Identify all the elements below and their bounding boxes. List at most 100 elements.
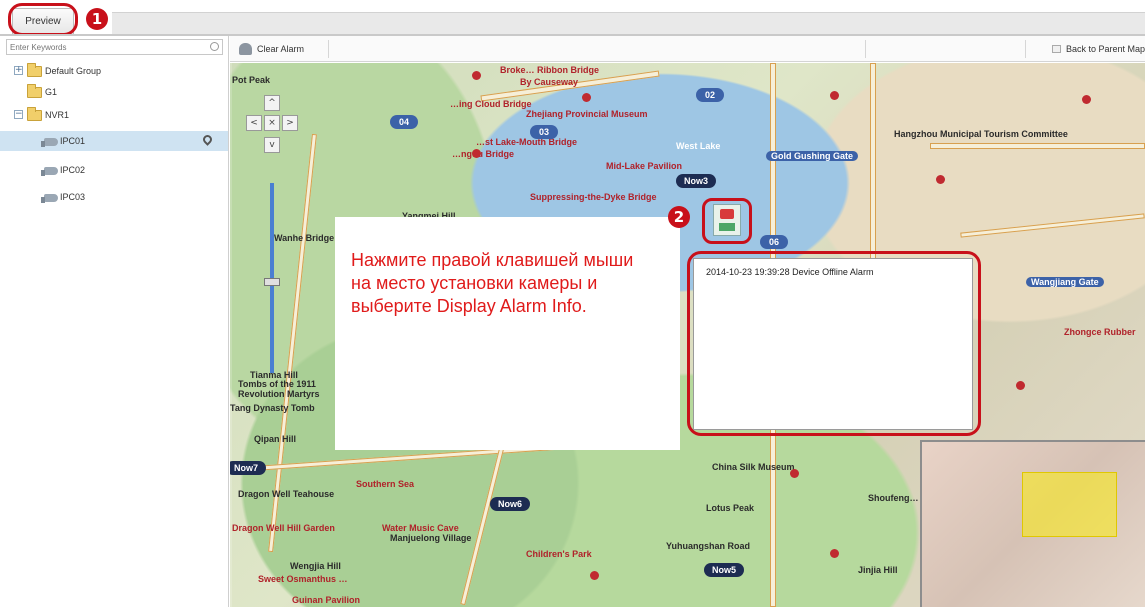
expand-icon[interactable]: + — [14, 66, 23, 75]
tree-item-label: Default Group — [45, 66, 102, 76]
poi-marker — [472, 71, 481, 80]
alarm-info-highlight — [687, 251, 981, 436]
map-label: Tang Dynasty Tomb — [230, 403, 315, 413]
step-badge-2: 2 — [668, 206, 690, 228]
tree-item-label: IPC01 — [60, 136, 86, 146]
toolbar-separator — [1025, 40, 1026, 58]
tree-item-ipc03[interactable]: IPC03 — [0, 187, 229, 207]
pan-up-button[interactable]: ^ — [264, 95, 280, 111]
clear-alarm-label: Clear Alarm — [257, 44, 305, 54]
route-tag: 04 — [390, 115, 419, 129]
tree-item-ipc01[interactable]: IPC01 — [0, 131, 228, 151]
camera-icon — [41, 138, 58, 147]
map-label: Mid-Lake Pavilion — [606, 161, 683, 171]
map-label: Guinan Pavilion — [292, 595, 361, 605]
map-label: China Silk Museum — [712, 462, 795, 472]
now-tag: Now3 — [676, 174, 717, 188]
back-to-parent-map-label: Back to Parent Map — [1065, 44, 1145, 54]
pan-down-button[interactable]: v — [264, 137, 280, 153]
route-tag: 02 — [696, 88, 725, 102]
map-label: Shoufeng… — [868, 493, 919, 503]
map-pin-icon[interactable] — [201, 133, 214, 146]
top-tab-bar: Preview 1 — [0, 0, 1145, 36]
map-navigation-control: ^ < × > v — [240, 93, 298, 383]
map-label: Wangjiang Gate — [1026, 277, 1104, 287]
poi-marker — [590, 571, 599, 580]
poi-marker — [936, 175, 945, 184]
map-label: Dragon Well Hill Garden — [232, 523, 335, 533]
poi-marker — [1082, 95, 1091, 104]
map-label: Qipan Hill — [254, 434, 297, 444]
map-toolbar: Clear Alarm Back to Parent Map — [230, 36, 1145, 62]
instruction-callout: Нажмите правой клавишей мыши на место ус… — [335, 217, 680, 450]
instruction-text: Нажмите правой клавишей мыши на место ус… — [351, 250, 634, 316]
folder-icon — [27, 63, 42, 77]
map-label: Lotus Peak — [706, 503, 755, 513]
map-road — [960, 213, 1145, 238]
map-label: Gold Gushing Gate — [766, 151, 859, 161]
collapse-icon[interactable]: − — [14, 110, 23, 119]
camera-icon — [41, 167, 58, 176]
poi-marker — [830, 549, 839, 558]
search-input[interactable] — [7, 40, 197, 54]
camera-marker-highlight — [702, 198, 752, 244]
device-tree-panel: + Default Group G1 − NVR1 IPC01 IPC02 IP… — [0, 36, 229, 607]
map-label: Jinjia Hill — [858, 565, 898, 575]
pan-reset-button[interactable]: × — [264, 115, 280, 131]
minimap-viewport[interactable] — [1022, 472, 1117, 537]
folder-icon — [27, 107, 42, 121]
toolbar-separator — [328, 40, 329, 58]
tree-item-label: IPC02 — [60, 165, 86, 175]
map-label: Manjuelong Village — [390, 533, 472, 543]
map-label: By Causeway — [520, 77, 579, 87]
map-label: Suppressing-the-Dyke Bridge — [530, 192, 657, 202]
search-box — [6, 39, 223, 55]
zoom-slider-handle[interactable] — [264, 278, 280, 286]
poi-marker — [830, 91, 839, 100]
route-tag: 06 — [760, 235, 789, 249]
tab-preview-highlight — [8, 3, 78, 36]
map-label: West Lake — [676, 141, 721, 151]
map-label: Hangzhou Municipal Tourism Committee — [894, 129, 1068, 139]
pan-right-button[interactable]: > — [282, 115, 298, 131]
map-label: Zhongce Rubber — [1064, 327, 1136, 337]
tree-item-g1[interactable]: G1 — [0, 82, 229, 102]
alarm-bell-icon — [239, 43, 252, 55]
map-label: Pot Peak — [232, 75, 271, 85]
toolbar-separator — [865, 40, 866, 58]
map-label: Wengjia Hill — [290, 561, 341, 571]
map-label: …st Lake-Mouth Bridge — [476, 137, 578, 147]
poi-marker — [790, 469, 799, 478]
map-label: Yuhuangshan Road — [666, 541, 751, 551]
map-label: Children's Park — [526, 549, 592, 559]
map-road — [930, 143, 1145, 149]
map-label: …ngdu Bridge — [452, 149, 514, 159]
map-label: …ing Cloud Bridge — [450, 99, 532, 109]
tree-item-ipc02[interactable]: IPC02 — [0, 160, 229, 180]
now-tag: Now5 — [704, 563, 745, 577]
poi-marker — [582, 93, 591, 102]
map-label: Water Music Cave — [382, 523, 459, 533]
clear-alarm-button[interactable]: Clear Alarm — [239, 41, 304, 57]
tree-item-label: NVR1 — [45, 110, 70, 120]
tree-item-label: IPC03 — [60, 192, 86, 202]
route-tag: 03 — [530, 125, 559, 139]
now-tag: Now7 — [230, 461, 267, 475]
now-tag: Now6 — [490, 497, 531, 511]
map-label: Dragon Well Teahouse — [238, 489, 335, 499]
overview-minimap[interactable] — [920, 440, 1145, 607]
step-badge-1: 1 — [86, 8, 108, 30]
back-to-parent-map-button[interactable]: Back to Parent Map — [1051, 41, 1145, 57]
map-label: Southern Sea — [356, 479, 415, 489]
map-label: Sweet Osmanthus … — [258, 574, 348, 584]
tree-item-default-group[interactable]: + Default Group — [0, 61, 229, 81]
poi-marker — [1016, 381, 1025, 390]
search-icon[interactable] — [210, 42, 219, 51]
tab-bar-background — [112, 12, 1145, 34]
pan-left-button[interactable]: < — [246, 115, 262, 131]
map-label: Broke… Ribbon Bridge — [500, 65, 600, 75]
tree-item-nvr1[interactable]: − NVR1 — [0, 105, 229, 125]
folder-icon — [27, 84, 42, 98]
back-icon — [1051, 45, 1061, 53]
tree-item-label: G1 — [45, 87, 58, 97]
